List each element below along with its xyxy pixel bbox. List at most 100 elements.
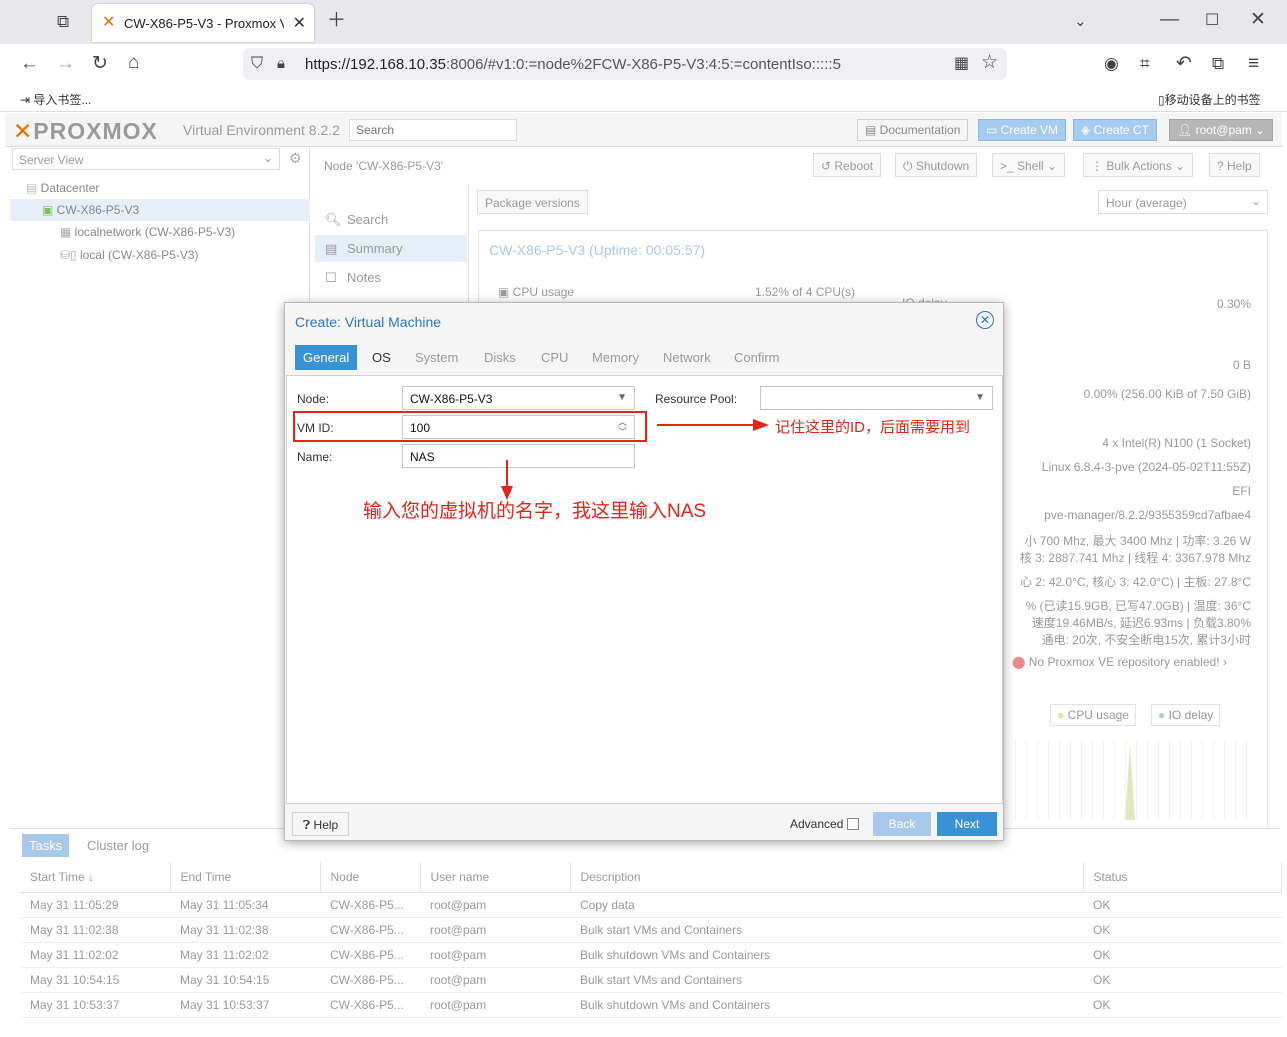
- close-dialog-icon[interactable]: ✕: [976, 311, 994, 329]
- tab-cluster-log[interactable]: Cluster log: [87, 838, 149, 853]
- back-button[interactable]: Back: [873, 812, 931, 836]
- bookmark-star-icon[interactable]: ☆: [981, 53, 998, 73]
- undo-icon[interactable]: ↶: [1176, 54, 1192, 74]
- repo-warning[interactable]: ⬤ No Proxmox VE repository enabled! ›: [1012, 655, 1227, 669]
- col-node[interactable]: Node: [320, 862, 421, 893]
- search-input[interactable]: [349, 119, 517, 141]
- create-vm-button[interactable]: ▭ Create VM: [978, 119, 1067, 141]
- gear-icon[interactable]: ⚙: [289, 150, 302, 167]
- menu-icon[interactable]: ≡: [1248, 54, 1259, 74]
- bulk-actions-button[interactable]: ⋮ Bulk Actions ⌄: [1083, 153, 1194, 177]
- reboot-button[interactable]: ↺ Reboot: [813, 153, 882, 177]
- tab-cpu[interactable]: CPU: [533, 345, 576, 370]
- reboot-icon: ↺: [821, 159, 835, 173]
- cell-description: Bulk shutdown VMs and Containers: [570, 942, 1083, 968]
- col-user-name[interactable]: User name: [420, 862, 571, 893]
- tree-item-local[interactable]: ⛁▯ local (CW-X86-P5-V3): [10, 244, 310, 266]
- tab-os[interactable]: OS: [364, 345, 399, 370]
- tab-system[interactable]: System: [407, 345, 466, 370]
- url-host: https://192.168.10.35: [305, 56, 446, 73]
- documentation-button[interactable]: ▤ Documentation: [857, 119, 969, 141]
- create-vm-dialog: Create: Virtual Machine ✕ General OS Sys…: [284, 302, 1004, 841]
- tab-tasks[interactable]: Tasks: [22, 834, 70, 857]
- advanced-checkbox[interactable]: [846, 818, 859, 830]
- url-text[interactable]: https://192.168.10.35:8006/#v1:0:=node%2…: [305, 56, 841, 73]
- tab-disks[interactable]: Disks: [476, 345, 524, 370]
- reload-icon[interactable]: ↻: [92, 54, 108, 74]
- minimize-icon[interactable]: —: [1160, 10, 1179, 30]
- tab-dropdown-icon[interactable]: ⌄: [1074, 12, 1087, 32]
- table-row[interactable]: May 31 11:05:29 May 31 11:05:34 CW-X86-P5.…: [20, 892, 1282, 918]
- terminal-icon: >_: [1000, 159, 1018, 173]
- tab-list-icon[interactable]: ⧉: [57, 12, 69, 32]
- tree-item-datacenter[interactable]: ▤ Datacenter: [10, 177, 310, 199]
- table-row[interactable]: May 31 11:02:02 May 31 11:02:02 CW-X86-P5.…: [20, 942, 1282, 968]
- cpu-freq-line-1: 小 700 Mhz, 最大 3400 Mhz | 功率: 3.26 W: [1024, 534, 1251, 548]
- question-icon: ?: [1217, 159, 1228, 173]
- reboot-label: Reboot: [834, 159, 874, 173]
- server-view-select[interactable]: Server View ⌄: [12, 148, 280, 170]
- legend-cpu[interactable]: ● CPU usage: [1050, 704, 1136, 726]
- timeframe-select[interactable]: Hour (average) ⌄: [1098, 190, 1268, 214]
- package-versions-button[interactable]: Package versions: [477, 190, 588, 214]
- table-row[interactable]: May 31 10:53:37 May 31 10:53:37 CW-X86-P5.…: [20, 992, 1282, 1018]
- extensions-icon[interactable]: ⧉: [1212, 54, 1224, 74]
- tree-item-node[interactable]: ▣ CW-X86-P5-V3: [10, 199, 310, 221]
- cell-description: Bulk shutdown VMs and Containers: [570, 992, 1083, 1018]
- name-input[interactable]: NAS: [402, 444, 635, 468]
- browser-tab[interactable]: ✕ CW-X86-P5-V3 - Proxmox Vi ✕: [92, 4, 314, 42]
- tab-memory[interactable]: Memory: [584, 345, 647, 370]
- tab-confirm[interactable]: Confirm: [726, 345, 788, 370]
- col-end-time[interactable]: End Time: [170, 862, 321, 893]
- proxmox-logo: ✕PROXMOX: [13, 118, 158, 144]
- help-button[interactable]: ❓︎ Help: [292, 812, 350, 836]
- col-start-time[interactable]: Start Time ↓: [20, 862, 171, 893]
- help-header-button[interactable]: ? Help: [1209, 153, 1260, 177]
- back-icon[interactable]: ←: [20, 54, 39, 74]
- kernel-version: Linux 6.8.4-3-pve (2024-05-02T11:55Z): [1041, 460, 1251, 474]
- create-ct-button[interactable]: ◈ Create CT: [1073, 119, 1157, 141]
- tree-item-localnetwork[interactable]: ▦ localnetwork (CW-X86-P5-V3): [10, 221, 310, 243]
- close-window-icon[interactable]: ✕: [1250, 10, 1266, 30]
- menu-summary[interactable]: ▤ Summary: [315, 235, 467, 262]
- mobile-bookmarks-link[interactable]: ▯移动设备上的书签: [1158, 91, 1261, 108]
- account-icon[interactable]: ◉: [1104, 54, 1119, 74]
- node-select[interactable]: CW-X86-P5-V3 ▼: [402, 386, 635, 410]
- shell-button[interactable]: >_ Shell ⌄: [992, 153, 1066, 177]
- forward-icon[interactable]: →: [56, 54, 75, 74]
- mobile-icon: ▯: [1158, 93, 1165, 107]
- col-status[interactable]: Status: [1083, 862, 1282, 893]
- new-tab-icon[interactable]: ＋: [327, 11, 346, 31]
- cpu-chart: [1005, 740, 1250, 820]
- tab-general[interactable]: General: [295, 345, 358, 370]
- next-button[interactable]: Next: [937, 812, 997, 836]
- tree-label-datacenter: Datacenter: [40, 181, 100, 195]
- tree-label-local: local (CW-X86-P5-V3): [80, 248, 199, 262]
- crop-icon[interactable]: ⌗: [1140, 54, 1150, 74]
- table-row[interactable]: May 31 10:54:15 May 31 10:54:15 CW-X86-P5.…: [20, 967, 1282, 993]
- menu-notes[interactable]: ☐ Notes: [315, 264, 467, 291]
- close-tab-icon[interactable]: ✕: [293, 13, 306, 33]
- col-description[interactable]: Description: [570, 862, 1084, 893]
- shutdown-button[interactable]: ⏻ Shutdown: [895, 153, 978, 177]
- legend-io[interactable]: ● IO delay: [1151, 704, 1221, 726]
- cell-user: root@pam: [420, 967, 570, 993]
- node-label: Node:: [297, 392, 330, 406]
- menu-search[interactable]: 🔍︎ Search: [315, 206, 467, 233]
- io-delay-value: 0.30%: [1216, 297, 1251, 311]
- home-icon[interactable]: ⌂: [128, 53, 139, 73]
- lock-icon[interactable]: 🔒︎: [277, 54, 285, 74]
- qr-code-icon[interactable]: ▦: [954, 54, 969, 74]
- address-bar[interactable]: ⛉ 🔒︎ https://192.168.10.35:8006/#v1:0:=n…: [243, 48, 1007, 80]
- shield-icon[interactable]: ⛉: [251, 54, 263, 74]
- table-row[interactable]: May 31 11:02:38 May 31 11:02:38 CW-X86-P5.…: [20, 917, 1282, 943]
- maximize-icon[interactable]: ☐: [1205, 11, 1219, 31]
- resource-pool-select[interactable]: ▼: [760, 386, 993, 410]
- temperature-line: 心 2: 42.0°C, 核心 3: 42.0°C) | 主板: 27.8°C: [1020, 575, 1251, 589]
- import-bookmarks-link[interactable]: ⇥ 导入书签...: [20, 91, 91, 108]
- advanced-toggle[interactable]: Advanced: [790, 817, 859, 831]
- tab-network[interactable]: Network: [655, 345, 719, 370]
- user-icon: 👤︎: [1177, 123, 1196, 137]
- user-menu-button[interactable]: 👤︎ root@pam ⌄: [1169, 119, 1274, 141]
- dialog-title: Create: Virtual Machine: [295, 314, 442, 330]
